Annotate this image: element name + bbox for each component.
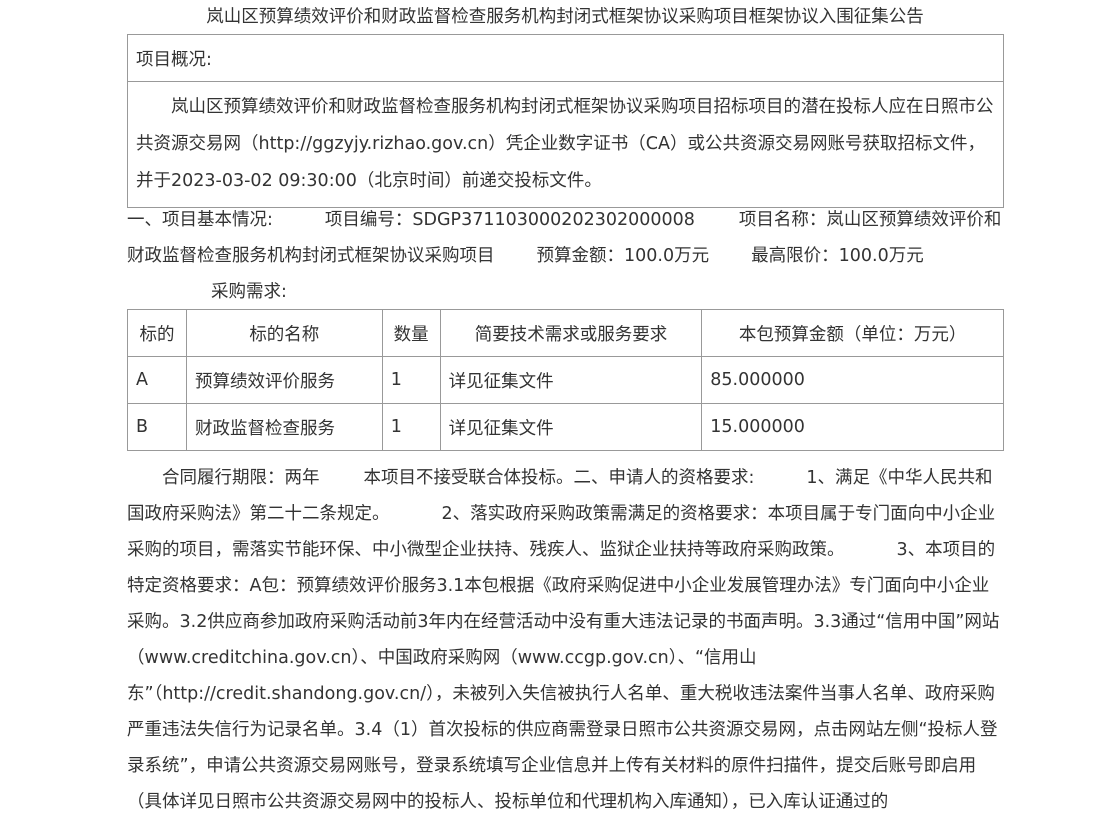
table-cell: 预算绩效评价服务 [185, 356, 383, 404]
announcement-page: 岚山区预算绩效评价和财政监督检查服务机构封闭式框架协议采购项目框架协议入围征集公… [0, 0, 1120, 812]
table-header-cell: 本包预算金额（单位：万元） [701, 309, 1004, 357]
table-cell: B [127, 403, 187, 451]
requirement-3: 3、本项目的特定资格要求：A包：预算绩效评价服务3.1本包根据《政府采购促进中小… [127, 540, 1000, 812]
table-cell: 详见征集文件 [439, 403, 703, 451]
table-header-cell: 简要技术需求或服务要求 [439, 309, 703, 357]
page-title: 岚山区预算绩效评价和财政监督检查服务机构封闭式框架协议采购项目框架协议入围征集公… [206, 7, 924, 27]
overview-text: 岚山区预算绩效评价和财政监督检查服务机构封闭式框架协议采购项目招标项目的潜在投标… [127, 81, 1004, 208]
consortium-note: 本项目不接受联合体投标。二、申请人的资格要求: [363, 468, 755, 488]
overview-table: 项目概况: 岚山区预算绩效评价和财政监督检查服务机构封闭式框架协议采购项目招标项… [127, 34, 1004, 208]
table-header-row: 标的 标的名称 数量 简要技术需求或服务要求 本包预算金额（单位：万元） [127, 309, 1004, 357]
table-row: B 财政监督检查服务 1 详见征集文件 15.000000 [127, 403, 1004, 451]
table-cell: 1 [381, 356, 441, 404]
table-cell: A [127, 356, 187, 404]
requirements-table: 标的 标的名称 数量 简要技术需求或服务要求 本包预算金额（单位：万元） A 预… [127, 309, 1004, 451]
budget-amount: 预算金额：100.0万元 [536, 246, 710, 266]
table-row: A 预算绩效评价服务 1 详见征集文件 85.000000 [127, 356, 1004, 404]
qualification-paragraph: 合同履行期限：两年 本项目不接受联合体投标。二、申请人的资格要求: 1、满足《中华人… [127, 460, 1004, 820]
table-header-cell: 数量 [381, 309, 441, 357]
overview-label: 项目概况: [127, 34, 1004, 82]
project-number: 项目编号：SDGP371103000202302000008 [324, 210, 695, 230]
table-cell: 财政监督检查服务 [185, 403, 383, 451]
requirement-label: 采购需求: [211, 282, 287, 302]
table-cell: 15.000000 [701, 403, 1004, 451]
table-header-cell: 标的 [127, 309, 187, 357]
max-price: 最高限价：100.0万元 [751, 246, 924, 266]
table-cell: 1 [381, 403, 441, 451]
basic-info-paragraph: 一、项目基本情况: 项目编号：SDGP371103000202302000008 项… [127, 202, 1004, 310]
basic-info-heading: 一、项目基本情况: [127, 210, 273, 230]
table-header-cell: 标的名称 [185, 309, 383, 357]
table-cell: 详见征集文件 [439, 356, 703, 404]
contract-period: 合同履行期限：两年 [162, 468, 320, 488]
table-cell: 85.000000 [701, 356, 1004, 404]
